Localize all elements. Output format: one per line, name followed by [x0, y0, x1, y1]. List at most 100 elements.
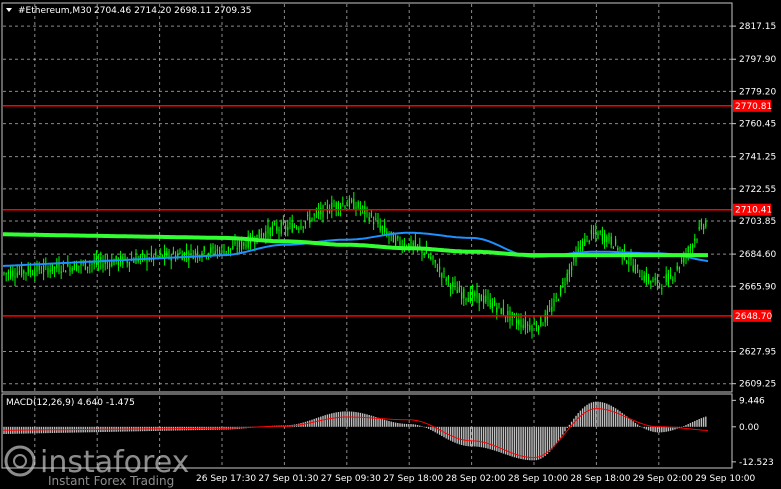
macd-bar [438, 426, 441, 435]
macd-bar [656, 426, 659, 433]
candle-body [599, 231, 601, 233]
candle-body [289, 223, 291, 225]
candle-body [568, 269, 570, 275]
macd-bar [562, 426, 564, 435]
candle-body [267, 225, 269, 234]
macd-bar [315, 418, 318, 427]
macd-bar [603, 402, 606, 427]
macd-bar [520, 426, 522, 459]
candle-body [634, 264, 636, 273]
candle-body [379, 225, 381, 231]
candle-body [73, 262, 75, 271]
candle-body [472, 290, 474, 299]
candle-body [254, 242, 256, 244]
macd-bar [493, 426, 496, 451]
candle-body [260, 233, 262, 238]
macd-bar [311, 419, 313, 427]
macd-bar [650, 426, 652, 432]
candle-body [278, 229, 280, 232]
macd-bar [419, 425, 421, 427]
candle-body [439, 266, 441, 270]
macd-tick-label: 9.446 [739, 396, 765, 406]
candle-body [571, 265, 573, 271]
candle-body [617, 248, 619, 251]
price-tick-label: 2627.95 [739, 348, 776, 358]
macd-bar [680, 426, 683, 428]
macd-bar [612, 406, 615, 427]
price-tick-label: 2797.90 [739, 55, 776, 65]
candle-body [344, 206, 346, 209]
candle-body [665, 274, 667, 283]
macd-bar [617, 409, 619, 427]
time-tick-label: 28 Sep 02:00 [446, 474, 506, 484]
candle-body [454, 283, 456, 285]
macd-bar [482, 426, 485, 448]
macd-bar [581, 408, 584, 427]
ohlc-label: 2704.46 2714.20 2698.11 2709.35 [94, 6, 251, 16]
candle-body [447, 276, 449, 280]
price-tick-label: 2722.55 [739, 185, 776, 195]
candle-body [498, 303, 500, 305]
macd-bar [388, 421, 390, 427]
candle-body [687, 246, 689, 253]
candle-body [511, 311, 513, 319]
candle-body [487, 297, 489, 299]
candle-body [606, 236, 608, 243]
candle-body [172, 251, 174, 254]
macd-bar [377, 417, 379, 427]
macd-bar [485, 426, 487, 449]
macd-bar [641, 426, 643, 428]
candle-body [263, 233, 265, 237]
macd-bar [595, 401, 597, 427]
macd-bar [584, 406, 586, 427]
price-tick-label: 2665.90 [739, 282, 776, 292]
macd-bar [339, 411, 342, 427]
time-tick-label: 27 Sep 09:30 [321, 474, 381, 484]
candle-body [463, 288, 465, 299]
macd-bar [456, 426, 458, 444]
candle-body [280, 222, 282, 234]
candle-body [223, 250, 225, 255]
price-tick-label: 2609.25 [739, 380, 776, 390]
candle-body [590, 230, 592, 235]
macd-bar [480, 426, 483, 448]
candle-body [320, 207, 322, 214]
candle-body [518, 320, 520, 325]
macd-bar [364, 413, 366, 427]
candle-body [678, 267, 680, 270]
candle-body [524, 319, 526, 328]
candle-body [245, 244, 247, 248]
macd-bar [353, 411, 355, 427]
macd-bar [355, 412, 357, 427]
candle-body [179, 252, 181, 254]
macd-bar [643, 426, 645, 429]
candle-body [551, 306, 553, 312]
macd-title: MACD(12,26,9) 4.640 -1.475 [6, 398, 135, 408]
candle-body [650, 280, 652, 284]
candle-body [432, 255, 434, 260]
candle-body [397, 236, 399, 239]
macd-bar [542, 426, 544, 458]
candle-body [502, 307, 504, 315]
candle-body [469, 291, 471, 302]
candle-body [348, 198, 350, 207]
candle-body [203, 246, 205, 252]
candle-body [579, 246, 581, 250]
candle-body [87, 266, 89, 269]
chart-background [0, 0, 781, 489]
macd-bar [460, 426, 463, 446]
macd-bar [636, 424, 639, 427]
candle-body [630, 256, 632, 260]
macd-bar [491, 426, 494, 450]
candle-body [555, 296, 557, 298]
candle-body [593, 233, 595, 235]
macd-bar [427, 426, 430, 429]
candle-body [155, 251, 157, 256]
candle-body [16, 272, 18, 277]
macd-bar [458, 426, 461, 445]
candle-body [441, 273, 443, 278]
macd-bar [309, 420, 311, 427]
macd-bar [599, 401, 601, 427]
macd-bar [463, 426, 465, 446]
macd-bar [317, 417, 320, 427]
